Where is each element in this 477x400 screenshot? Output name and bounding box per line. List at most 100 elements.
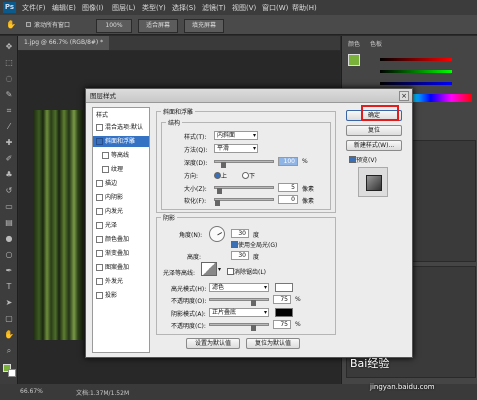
close-icon[interactable]: × [399,91,409,101]
style-checkbox[interactable] [102,152,109,159]
eyedropper-tool-icon[interactable]: ⁄ [4,122,14,131]
menu-help[interactable]: 帮助(H) [292,3,317,13]
size-slider-thumb[interactable] [217,188,223,194]
hand-tool-icon[interactable]: ✋ [4,330,14,339]
style-list-item[interactable]: 外发光 [93,276,149,287]
depth-slider-thumb[interactable] [220,162,226,168]
crop-tool-icon[interactable]: ⌗ [4,106,14,115]
style-checkbox[interactable] [96,138,103,145]
technique-select[interactable]: 平滑 [214,144,258,153]
soften-slider[interactable] [214,198,274,206]
menu-image[interactable]: 图像(I) [82,3,104,13]
style-list-item[interactable]: 图案叠加 [93,262,149,273]
anti-alias-checkbox[interactable] [227,268,234,275]
style-checkbox[interactable] [96,208,103,215]
style-checkbox[interactable] [96,124,103,131]
shadow-opacity-thumb[interactable] [251,325,257,331]
shadow-mode-select[interactable]: 正片叠底 [209,308,269,317]
zoom-level[interactable]: 66.67% [20,388,43,395]
zoom-tool-icon[interactable]: ⌕ [4,346,14,355]
history-brush-tool-icon[interactable]: ↺ [4,186,14,195]
shadow-opacity-input[interactable]: 75 [273,320,291,329]
preview-checkbox[interactable] [349,156,356,163]
fill-screen-button[interactable]: 填充屏幕 [184,19,224,33]
path-select-tool-icon[interactable]: ➤ [4,298,14,307]
angle-dial[interactable] [209,226,225,242]
stamp-tool-icon[interactable]: ♣ [4,170,14,179]
lasso-tool-icon[interactable]: ◌ [4,74,14,83]
style-checkbox[interactable] [96,222,103,229]
style-checkbox[interactable] [96,250,103,257]
menu-layer[interactable]: 图层(L) [112,3,135,13]
dodge-tool-icon[interactable]: ○ [4,250,14,259]
menu-window[interactable]: 窗口(W) [262,3,288,13]
style-checkbox[interactable] [102,166,109,173]
style-list-item[interactable]: 等高线 [93,150,149,161]
highlight-opacity-input[interactable]: 75 [273,295,291,304]
reset-button[interactable]: 复位 [346,125,402,136]
depth-input[interactable]: 100 [278,157,298,166]
marquee-tool-icon[interactable]: ⬚ [4,58,14,67]
set-default-button[interactable]: 设置为默认值 [186,338,240,349]
chevron-down-icon[interactable]: ▾ [218,266,221,273]
style-checkbox[interactable] [96,194,103,201]
menu-select[interactable]: 选择(S) [172,3,196,13]
move-tool-icon[interactable]: ✥ [4,42,14,51]
angle-input[interactable]: 30 [231,229,249,238]
style-checkbox[interactable] [96,236,103,243]
style-checkbox[interactable] [96,292,103,299]
menu-file[interactable]: 文件(F) [22,3,46,13]
background-color-swatch[interactable] [8,369,16,377]
gloss-contour-picker[interactable] [201,262,217,276]
style-list-item[interactable]: 描边 [93,178,149,189]
style-checkbox[interactable] [96,180,103,187]
tab-color[interactable]: 颜色 [348,39,360,49]
highlight-mode-select[interactable]: 滤色 [209,283,269,292]
green-slider[interactable] [380,70,452,73]
scroll-all-checkbox[interactable] [26,22,31,27]
menu-type[interactable]: 类型(Y) [142,3,166,13]
soften-slider-thumb[interactable] [215,200,220,206]
new-style-button[interactable]: 新建样式(W)... [346,140,402,151]
highlight-color-swatch[interactable] [275,283,293,292]
style-list-item[interactable]: 渐变叠加 [93,248,149,259]
blur-tool-icon[interactable]: ● [4,234,14,243]
style-list-item[interactable]: 颜色叠加 [93,234,149,245]
direction-up-radio[interactable] [214,172,221,179]
fit-screen-button[interactable]: 适合屏幕 [138,19,178,33]
style-select[interactable]: 内斜面 [214,131,258,140]
style-list-item[interactable]: 纹理 [93,164,149,175]
size-input[interactable]: 5 [278,183,298,192]
quick-select-tool-icon[interactable]: ✎ [4,90,14,99]
shadow-color-swatch[interactable] [275,308,293,317]
altitude-input[interactable]: 30 [231,251,249,260]
direction-down-radio[interactable] [242,172,249,179]
global-light-checkbox[interactable] [231,241,238,248]
eraser-tool-icon[interactable]: ▭ [4,202,14,211]
menu-view[interactable]: 视图(V) [232,3,256,13]
menu-filter[interactable]: 滤镜(T) [202,3,226,13]
style-list-item[interactable]: 内发光 [93,206,149,217]
soften-input[interactable]: 0 [278,195,298,204]
highlight-opacity-thumb[interactable] [251,300,257,306]
document-tab[interactable]: 1.jpg @ 66.7% (RGB/8#) * [18,36,110,50]
menu-edit[interactable]: 编辑(E) [52,3,76,13]
color-panel-swatch[interactable] [348,54,360,66]
style-checkbox[interactable] [96,278,103,285]
style-list-item[interactable]: 混合选项:默认 [93,122,149,133]
healing-tool-icon[interactable]: ✚ [4,138,14,147]
style-list-item[interactable]: 投影 [93,290,149,301]
reset-default-button[interactable]: 复位为默认值 [246,338,300,349]
blue-slider[interactable] [380,82,452,85]
highlight-opacity-slider[interactable] [209,298,269,306]
red-slider[interactable] [380,58,452,61]
style-list-item[interactable]: 光泽 [93,220,149,231]
brush-tool-icon[interactable]: ✐ [4,154,14,163]
gradient-tool-icon[interactable]: ▤ [4,218,14,227]
depth-slider[interactable] [214,160,274,168]
shadow-opacity-slider[interactable] [209,323,269,331]
style-checkbox[interactable] [96,264,103,271]
style-list-item[interactable]: 内阴影 [93,192,149,203]
type-tool-icon[interactable]: T [4,282,14,291]
shape-tool-icon[interactable]: ▢ [4,314,14,323]
